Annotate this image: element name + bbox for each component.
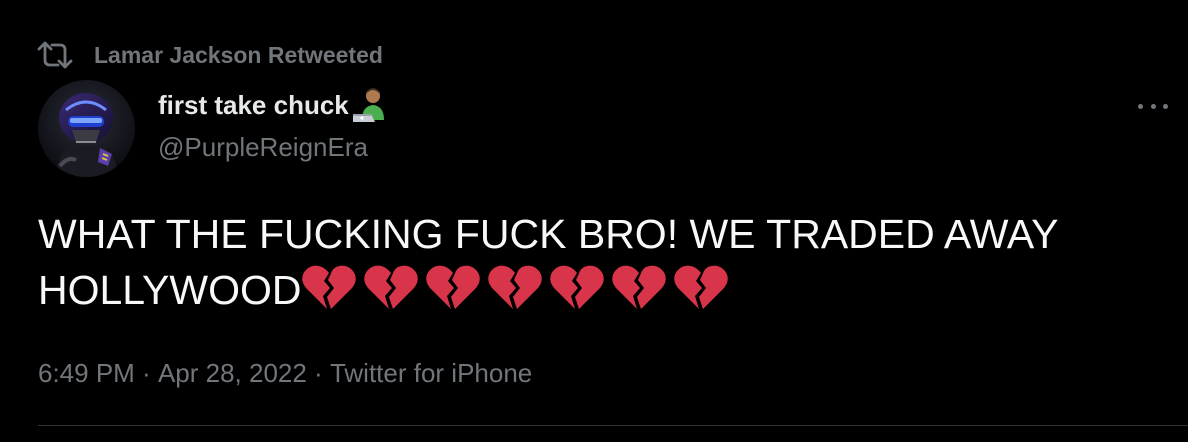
more-icon (1138, 103, 1143, 109)
broken-heart-emoji (425, 265, 480, 309)
broken-heart-emoji (611, 265, 666, 309)
man-technologist-emoji (352, 88, 384, 122)
tweet-meta: 6:49 PM · Apr 28, 2022 · Twitter for iPh… (38, 356, 532, 390)
retweet-context: Lamar Jackson Retweeted (36, 40, 383, 70)
display-name-row: first take chuck (158, 88, 391, 122)
tweet-date[interactable]: Apr 28, 2022 (158, 356, 307, 390)
more-options-button[interactable] (1138, 98, 1168, 114)
broken-heart-emoji (673, 265, 728, 309)
broken-heart-emoji (301, 265, 356, 309)
more-icon-dot (1163, 103, 1168, 109)
tweet-text: WHAT THE FUCKING FUCK BRO! WE TRADED AWA… (38, 206, 1158, 318)
meta-separator: · (306, 358, 330, 388)
tweet-source[interactable]: Twitter for iPhone (330, 356, 532, 390)
avatar[interactable] (38, 80, 135, 177)
broken-heart-emoji (363, 265, 418, 309)
retweet-label[interactable]: Lamar Jackson Retweeted (94, 40, 383, 70)
tweet-time[interactable]: 6:49 PM (38, 356, 135, 390)
broken-heart-emoji (487, 265, 542, 309)
broken-heart-emoji (549, 265, 604, 309)
display-name[interactable]: first take chuck (158, 88, 349, 122)
handle[interactable]: @PurpleReignEra (158, 130, 391, 164)
more-icon-dot (1150, 103, 1156, 109)
retweet-icon (37, 41, 73, 69)
divider (38, 425, 1188, 426)
football-player-avatar (38, 80, 135, 177)
author: first take chuck @PurpleReignEra (158, 88, 391, 164)
broken-heart-emojis (301, 262, 736, 312)
meta-separator: · (134, 358, 158, 388)
